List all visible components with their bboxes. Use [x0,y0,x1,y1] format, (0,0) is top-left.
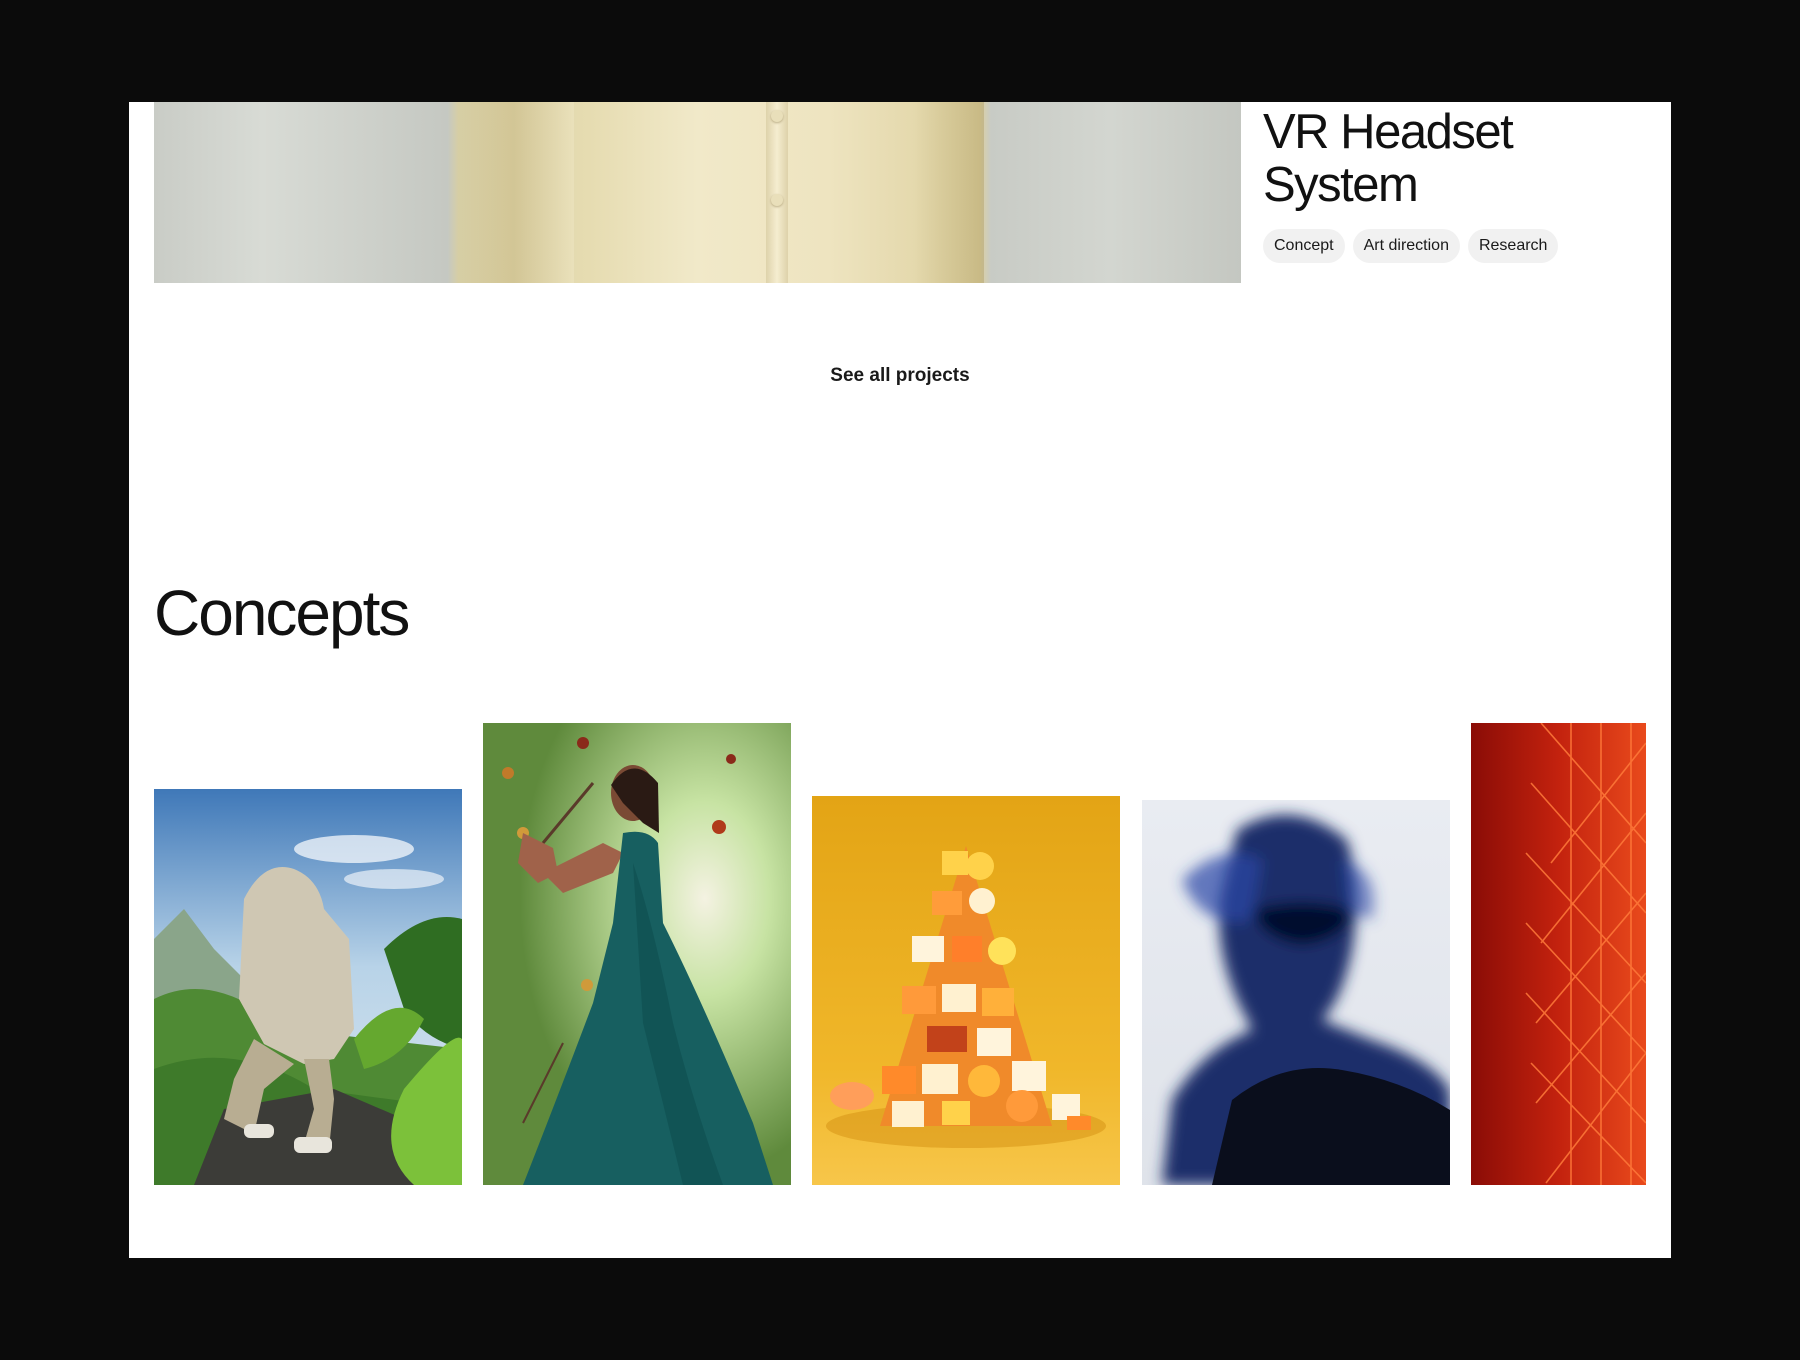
concept-card-red-grid[interactable] [1471,723,1646,1185]
concept-card-silhouette[interactable] [1142,800,1450,1185]
project-title[interactable]: VR Headset System [1263,106,1643,212]
shirt-button [771,194,783,206]
concept-card-dancer[interactable] [483,723,791,1185]
see-all-projects-link[interactable]: See all projects [129,365,1671,387]
tag-concept[interactable]: Concept [1263,229,1345,263]
silhouette-photo [1142,800,1450,1185]
tag-research[interactable]: Research [1467,229,1559,263]
shirt-sleeve-shading [454,102,574,283]
tag-art-direction[interactable]: Art direction [1352,229,1460,263]
concepts-heading: Concepts [154,577,410,649]
shirt-shadow [914,102,984,283]
dancer-photo [483,723,791,1185]
blocks-photo [812,796,1120,1185]
page: VR Headset System Concept Art direction … [129,102,1671,1258]
concept-card-hiker[interactable] [154,789,462,1185]
shirt-button [771,110,783,122]
shirt-placket [766,102,788,283]
hiker-photo [154,789,462,1185]
project-image-cream-shirt[interactable] [154,102,1241,283]
concept-card-blocks[interactable] [812,796,1120,1185]
red-grid-photo [1471,723,1646,1185]
project-tags: Concept Art direction Research [1263,229,1559,263]
